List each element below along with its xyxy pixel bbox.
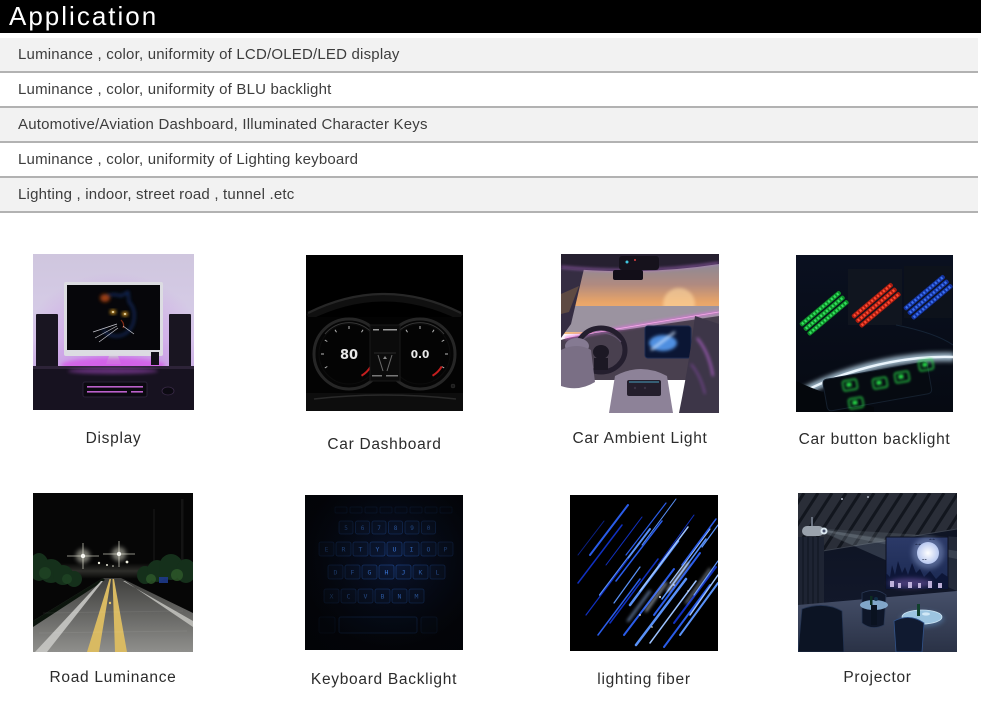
application-row: Lighting , indoor, street road , tunnel … — [0, 178, 978, 213]
lighting-fiber-image — [570, 495, 718, 651]
caption-car-button-backlight: Car button backlight — [799, 431, 951, 449]
application-row-label: Luminance , color, uniformity of Lightin… — [18, 151, 358, 168]
caption-display: Display — [86, 430, 142, 448]
gallery-card-car-ambient-light: Car Ambient Light — [561, 254, 719, 454]
application-row: Luminance , color, uniformity of LCD/OLE… — [0, 38, 978, 73]
caption-projector: Projector — [843, 669, 911, 687]
application-row-label: Automotive/Aviation Dashboard, Illuminat… — [18, 116, 428, 133]
application-row-label: Luminance , color, uniformity of LCD/OLE… — [18, 46, 400, 63]
header-bar: Application — [0, 0, 981, 33]
gallery-card-keyboard-backlight: 567890ERTYUIOPDFGHJKLXCVBNM Keyboard Bac… — [305, 495, 463, 695]
gallery-card-road-luminance: Road Luminance — [33, 493, 193, 693]
application-row-label: Lighting , indoor, street road , tunnel … — [18, 186, 294, 203]
application-list: Luminance , color, uniformity of LCD/OLE… — [0, 38, 978, 213]
caption-car-dashboard: Car Dashboard — [327, 436, 441, 454]
car-button-backlight-image — [796, 255, 953, 412]
car-ambient-light-image — [561, 254, 719, 413]
page-title: Application — [0, 3, 158, 29]
application-row: Luminance , color, uniformity of BLU bac… — [0, 73, 978, 108]
car-dashboard-image: 80 0.0 — [306, 255, 463, 411]
caption-keyboard-backlight: Keyboard Backlight — [311, 671, 457, 689]
application-row-label: Luminance , color, uniformity of BLU bac… — [18, 81, 332, 98]
caption-car-ambient-light: Car Ambient Light — [572, 430, 707, 448]
speed-value: 80 — [340, 348, 358, 363]
keyboard-backlight-image: 567890ERTYUIOPDFGHJKLXCVBNM — [305, 495, 463, 650]
projector-image — [798, 493, 957, 652]
display-image — [33, 254, 194, 410]
caption-lighting-fiber: lighting fiber — [597, 671, 690, 689]
gallery-card-display: Display — [33, 254, 194, 454]
application-row: Automotive/Aviation Dashboard, Illuminat… — [0, 108, 978, 143]
gallery-card-car-dashboard: 80 0.0 — [306, 255, 463, 455]
rpm-value: 0.0 — [411, 349, 430, 361]
gallery-card-projector: Projector — [798, 493, 957, 693]
gallery-card-lighting-fiber: lighting fiber — [570, 495, 718, 695]
road-luminance-image — [33, 493, 193, 652]
gallery-card-car-button-backlight: Car button backlight — [796, 255, 953, 455]
application-row: Luminance , color, uniformity of Lightin… — [0, 143, 978, 178]
caption-road-luminance: Road Luminance — [50, 669, 177, 687]
